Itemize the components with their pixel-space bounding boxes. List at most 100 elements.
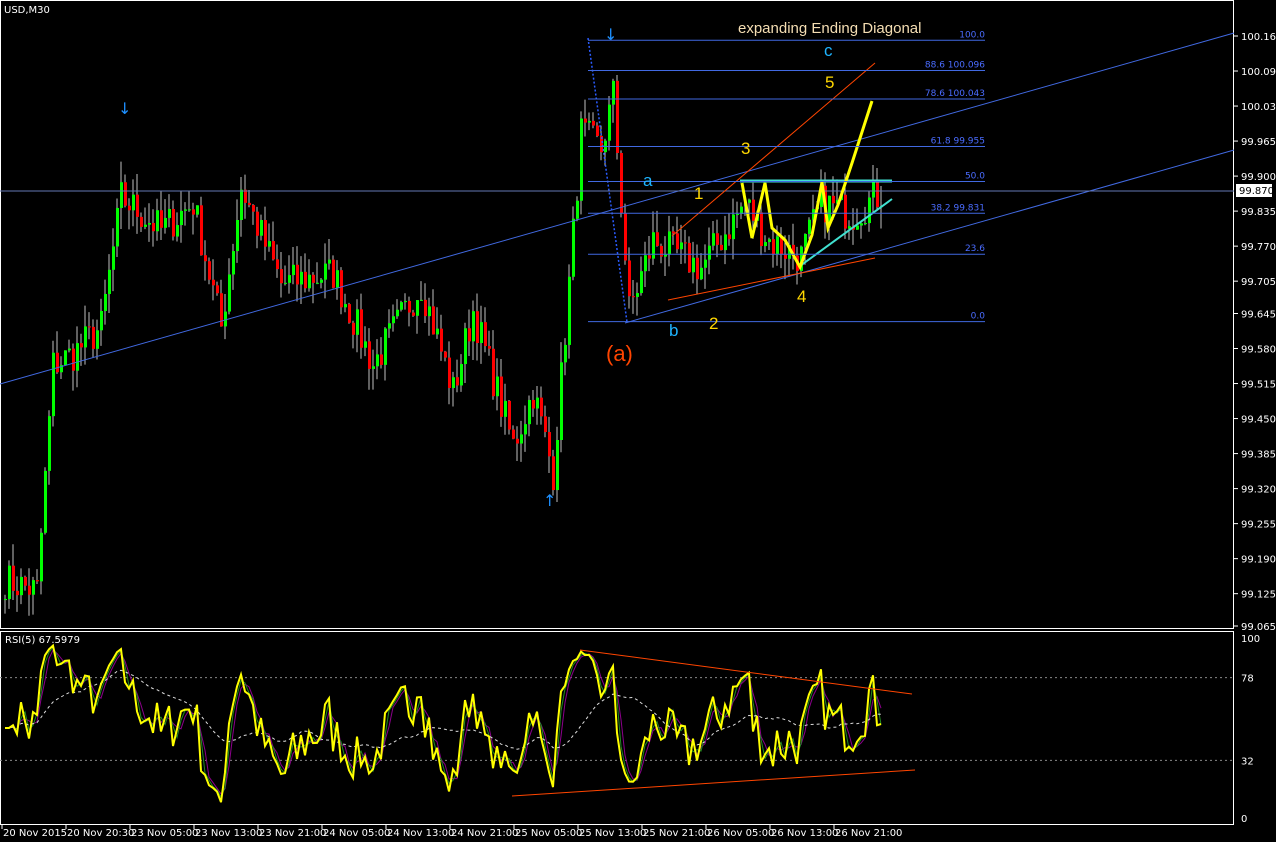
candle-body	[196, 205, 199, 215]
y-tick-label: 99.580	[1241, 345, 1276, 356]
candle-body	[252, 205, 255, 212]
candle-body	[564, 344, 567, 363]
rsi-tick-label: 0	[1241, 814, 1247, 825]
candle-body	[212, 279, 215, 286]
candle-body	[684, 242, 687, 244]
candle-body	[832, 195, 835, 204]
candle-body	[644, 255, 647, 272]
rsi-label: RSI(5) 67.5979	[5, 635, 80, 646]
candle-body	[80, 343, 83, 348]
candle-body	[124, 182, 127, 206]
candle-body	[236, 219, 239, 252]
candle-body	[116, 207, 119, 247]
candle-body	[232, 251, 235, 275]
diagonal-lower-line[interactable]	[667, 257, 876, 301]
candle-body	[724, 234, 727, 251]
candle-body	[456, 377, 459, 386]
candle-body	[276, 259, 279, 270]
fib-level-label: 50.0	[965, 171, 985, 181]
candle-body	[320, 279, 323, 283]
x-tick-label: 25 Nov 05:00	[515, 828, 582, 839]
candle-body	[524, 424, 527, 435]
candle-body	[176, 225, 179, 237]
candle-body	[468, 328, 471, 342]
candle-body	[764, 242, 767, 247]
candle-body	[444, 351, 447, 358]
candle-body	[536, 397, 539, 409]
candle-body	[596, 125, 599, 136]
y-tick-label: 100.160	[1241, 32, 1276, 43]
candle-body	[172, 208, 175, 237]
y-tick-label: 99.190	[1241, 555, 1276, 566]
candle-body	[200, 205, 203, 256]
candle-body	[144, 224, 147, 227]
candle-body	[256, 211, 259, 236]
candle-body	[548, 432, 551, 457]
candle-body	[72, 348, 75, 371]
candle-body	[608, 104, 611, 141]
candle-body	[312, 274, 315, 283]
candle-body	[352, 322, 355, 335]
wave-label-3: 3	[741, 139, 750, 158]
up-arrow-icon: ↑	[543, 491, 556, 510]
candle-body	[452, 377, 455, 389]
wave-label-c: c	[824, 41, 833, 60]
candle-body	[680, 242, 683, 250]
candle-body	[356, 309, 359, 335]
candle-body	[544, 416, 547, 433]
x-tick-label: 26 Nov 13:00	[771, 828, 838, 839]
price-chart[interactable]: USD,M30 100.160100.095100.03099.96599.90…	[0, 0, 1276, 842]
candle-body	[272, 241, 275, 260]
candle-body	[264, 220, 267, 247]
x-tick-label: 26 Nov 05:00	[707, 828, 774, 839]
down-arrow-icon: ↓	[118, 99, 131, 118]
fib-level-label: 38.2 99.831	[931, 203, 985, 213]
candle-body	[620, 152, 623, 214]
candle-body	[68, 348, 71, 351]
candle-body	[624, 213, 627, 261]
rsi-lower-trendline[interactable]	[511, 769, 916, 797]
candle-body	[632, 296, 635, 298]
candle-body	[716, 233, 719, 245]
y-tick-label: 99.900	[1241, 172, 1276, 183]
candle-body	[472, 311, 475, 342]
candle-body	[284, 282, 287, 284]
candle-body	[512, 429, 515, 439]
candle-body	[104, 293, 107, 311]
candle-body	[280, 269, 283, 284]
candle-body	[224, 311, 227, 327]
candle-body	[492, 348, 495, 397]
wave-label-big-a: (a)	[606, 341, 633, 366]
candle-body	[712, 233, 715, 246]
candle-body	[860, 223, 863, 226]
candle-body	[36, 580, 39, 582]
candle-body	[404, 300, 407, 303]
candle-body	[364, 341, 367, 348]
x-tick-label: 20 Nov 2015	[3, 828, 67, 839]
current-price: 99.870	[1239, 186, 1274, 197]
candle-body	[168, 208, 171, 218]
candle-body	[208, 261, 211, 280]
y-tick-label: 99.835	[1241, 207, 1276, 218]
x-tick-label: 23 Nov 05:00	[131, 828, 198, 839]
candle-body	[156, 210, 159, 232]
candle-body	[692, 257, 695, 273]
candle-body	[432, 306, 435, 335]
candle-body	[776, 236, 779, 254]
wave-label-4: 4	[797, 287, 806, 306]
candle-body	[140, 216, 143, 227]
candle-body	[244, 189, 247, 203]
candle-body	[540, 397, 543, 417]
candle-body	[88, 326, 91, 328]
candle-body	[240, 189, 243, 220]
x-tick-label: 24 Nov 21:00	[451, 828, 518, 839]
symbol-label: USD,M30	[4, 5, 50, 16]
x-tick-label: 23 Nov 13:00	[195, 828, 262, 839]
candle-body	[584, 118, 587, 123]
candle-body	[128, 205, 131, 211]
candle-body	[20, 576, 23, 596]
candle-body	[4, 599, 7, 601]
rsi-upper-trendline[interactable]	[579, 649, 913, 695]
candle-body	[668, 231, 671, 255]
candle-body	[248, 202, 251, 206]
